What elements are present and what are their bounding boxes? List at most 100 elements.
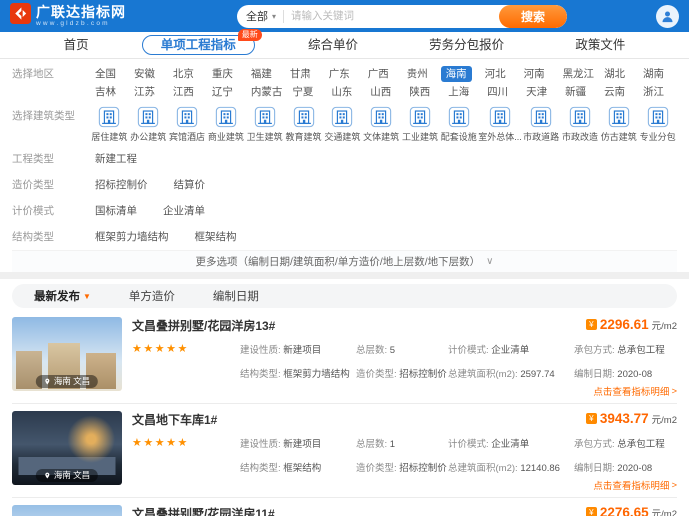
region-option[interactable]: 江西 xyxy=(168,84,199,100)
region-option[interactable]: 四川 xyxy=(482,84,513,100)
region-option[interactable]: 甘肃 xyxy=(285,66,316,82)
building-type-option[interactable]: 教育建筑 xyxy=(284,106,323,143)
result-field: 总建筑面积(m2): 12140.86 xyxy=(448,460,574,474)
result-body: ★★★★★ 建设性质: 新建项目 总层数: 5 计价模式: 企业清单 承包方式:… xyxy=(132,342,677,380)
region-option[interactable]: 贵州 xyxy=(402,66,433,82)
region-option[interactable]: 陕西 xyxy=(404,84,435,100)
region-option[interactable]: 河北 xyxy=(480,66,511,82)
more-options-toggle[interactable]: 更多选项（编制日期/建筑面积/单方造价/地上层数/地下层数） ∨ xyxy=(12,250,677,272)
filter-option[interactable]: 框架结构 xyxy=(190,229,242,245)
divider xyxy=(283,10,284,23)
building-type-option[interactable]: 宾馆酒店 xyxy=(168,106,207,143)
filter-option[interactable]: 招标控制价 xyxy=(90,177,153,193)
building-icon xyxy=(409,106,431,128)
region-option[interactable]: 内蒙古 xyxy=(246,84,288,100)
filter-option[interactable]: 框架剪力墙结构 xyxy=(90,229,174,245)
search-category-dropdown[interactable]: 全部 ▾ xyxy=(246,8,276,24)
search-button[interactable]: 搜索 xyxy=(499,5,567,28)
region-option[interactable]: 北京 xyxy=(168,66,199,82)
nav-item[interactable]: 劳务分包报价 xyxy=(411,36,522,54)
result-list: 海南 文昌 文昌叠拼别墅/花园洋房13# ¥ 2296.61 元/m2 ★★★★… xyxy=(0,310,689,516)
region-option[interactable]: 黑龙江 xyxy=(558,66,600,82)
price-unit: 元/m2 xyxy=(652,506,677,516)
region-option[interactable]: 上海 xyxy=(443,84,474,100)
region-option[interactable]: 湖北 xyxy=(599,66,630,82)
field-value: 企业清单 xyxy=(491,439,529,450)
filter-label: 结构类型 xyxy=(12,227,90,247)
region-option[interactable]: 吉林 xyxy=(90,84,121,100)
region-option[interactable]: 天津 xyxy=(521,84,552,100)
field-label: 总层数: xyxy=(356,345,387,356)
sort-option[interactable]: 编制日期 ▼ xyxy=(213,288,259,304)
region-option[interactable]: 全国 xyxy=(90,66,121,82)
building-type-option[interactable]: 市政改造 xyxy=(561,106,600,143)
region-option[interactable]: 广东 xyxy=(324,66,355,82)
region-option[interactable]: 广西 xyxy=(363,66,394,82)
building-type-option[interactable]: 工业建筑 xyxy=(401,106,440,143)
region-option[interactable]: 新疆 xyxy=(560,84,591,100)
region-option[interactable]: 浙江 xyxy=(638,84,669,100)
building-type-option[interactable]: 室外总体... xyxy=(478,106,522,143)
building-type-option[interactable]: 配套设施 xyxy=(439,106,478,143)
result-card[interactable]: 海南 文昌 文昌地下车库1# ¥ 3943.77 元/m2 ★★★★★ 建设性质… xyxy=(12,404,677,498)
nav-item[interactable]: 政策文件 xyxy=(557,36,643,54)
field-value: 框架结构 xyxy=(283,463,321,474)
building-type-option[interactable]: 商业建筑 xyxy=(206,106,245,143)
field-label: 总建筑面积(m2): xyxy=(448,463,518,474)
building-type-option[interactable]: 居住建筑 xyxy=(90,106,129,143)
building-type-option[interactable]: 办公建筑 xyxy=(129,106,168,143)
region-option[interactable]: 福建 xyxy=(246,66,277,82)
user-avatar[interactable] xyxy=(656,5,679,28)
nav-item[interactable]: 综合单价 xyxy=(290,36,376,54)
filter-option[interactable]: 新建工程 xyxy=(90,151,142,167)
field-value: 招标控制价 xyxy=(399,463,447,474)
chevron-down-icon: ▾ xyxy=(272,12,276,21)
region-option[interactable]: 湖南 xyxy=(638,66,669,82)
search-category-value: 全部 xyxy=(246,8,268,24)
result-field: 建设性质: 新建项目 xyxy=(240,342,356,356)
sort-option-label: 最新发布 xyxy=(34,288,80,304)
building-type-option[interactable]: 卫生建筑 xyxy=(245,106,284,143)
field-value: 1 xyxy=(390,439,395,450)
sort-option[interactable]: 最新发布 ▼ xyxy=(34,288,91,304)
region-options: 全国安徽北京重庆福建甘肃广东广西贵州海南河北河南黑龙江湖北湖南 吉林江苏江西辽宁… xyxy=(90,64,677,100)
region-option[interactable]: 山西 xyxy=(365,84,396,100)
result-card[interactable]: 海南 文昌 文昌叠拼别墅/花园洋房13# ¥ 2296.61 元/m2 ★★★★… xyxy=(12,310,677,404)
region-option[interactable]: 山东 xyxy=(326,84,357,100)
region-option[interactable]: 宁夏 xyxy=(287,84,318,100)
region-option[interactable]: 辽宁 xyxy=(207,84,238,100)
building-type-label: 居住建筑 xyxy=(91,130,127,143)
region-option[interactable]: 海南 xyxy=(441,66,472,82)
building-icon xyxy=(137,106,159,128)
region-option[interactable]: 安徽 xyxy=(129,66,160,82)
region-option[interactable]: 云南 xyxy=(599,84,630,100)
field-value: 新建项目 xyxy=(283,345,321,356)
result-card[interactable]: 海南 文昌 文昌叠拼别墅/花园洋房11# ¥ 2276.65 元/m2 ★★★★… xyxy=(12,498,677,516)
result-title[interactable]: 文昌叠拼别墅/花园洋房11# xyxy=(132,505,275,516)
building-type-option[interactable]: 专业分包 xyxy=(638,106,677,143)
search-input[interactable] xyxy=(291,10,499,22)
region-row: 吉林江苏江西辽宁内蒙古宁夏山东山西陕西上海四川天津新疆云南浙江 xyxy=(90,82,677,100)
region-option[interactable]: 江苏 xyxy=(129,84,160,100)
building-type-option[interactable]: 市政道路 xyxy=(522,106,561,143)
view-detail-link[interactable]: 点击查看指标明细 > xyxy=(593,478,677,492)
nav-item[interactable]: 单项工程指标 最新 xyxy=(142,35,255,55)
nav-item[interactable]: 首页 xyxy=(46,36,107,54)
filter-option[interactable]: 企业清单 xyxy=(158,203,210,219)
region-option[interactable]: 重庆 xyxy=(207,66,238,82)
filter-option[interactable]: 国标清单 xyxy=(90,203,142,219)
building-type-option[interactable]: 文体建筑 xyxy=(362,106,401,143)
field-value: 2020-08 xyxy=(617,463,652,474)
filter-option[interactable]: 结算价 xyxy=(169,177,211,193)
view-detail-link[interactable]: 点击查看指标明细 > xyxy=(593,384,677,398)
building-type-option[interactable]: 仿古建筑 xyxy=(599,106,638,143)
result-title[interactable]: 文昌叠拼别墅/花园洋房13# xyxy=(132,317,275,334)
result-title[interactable]: 文昌地下车库1# xyxy=(132,411,217,428)
sort-option-label: 单方造价 xyxy=(129,288,175,304)
sort-option[interactable]: 单方造价 ▼ xyxy=(129,288,175,304)
region-option[interactable]: 河南 xyxy=(519,66,550,82)
price-value: 3943.77 xyxy=(600,411,649,426)
site-logo[interactable]: 广联达指标网 www.gldzb.com xyxy=(10,3,160,29)
building-type-option[interactable]: 交通建筑 xyxy=(323,106,362,143)
filter-label: 计价模式 xyxy=(12,201,90,221)
